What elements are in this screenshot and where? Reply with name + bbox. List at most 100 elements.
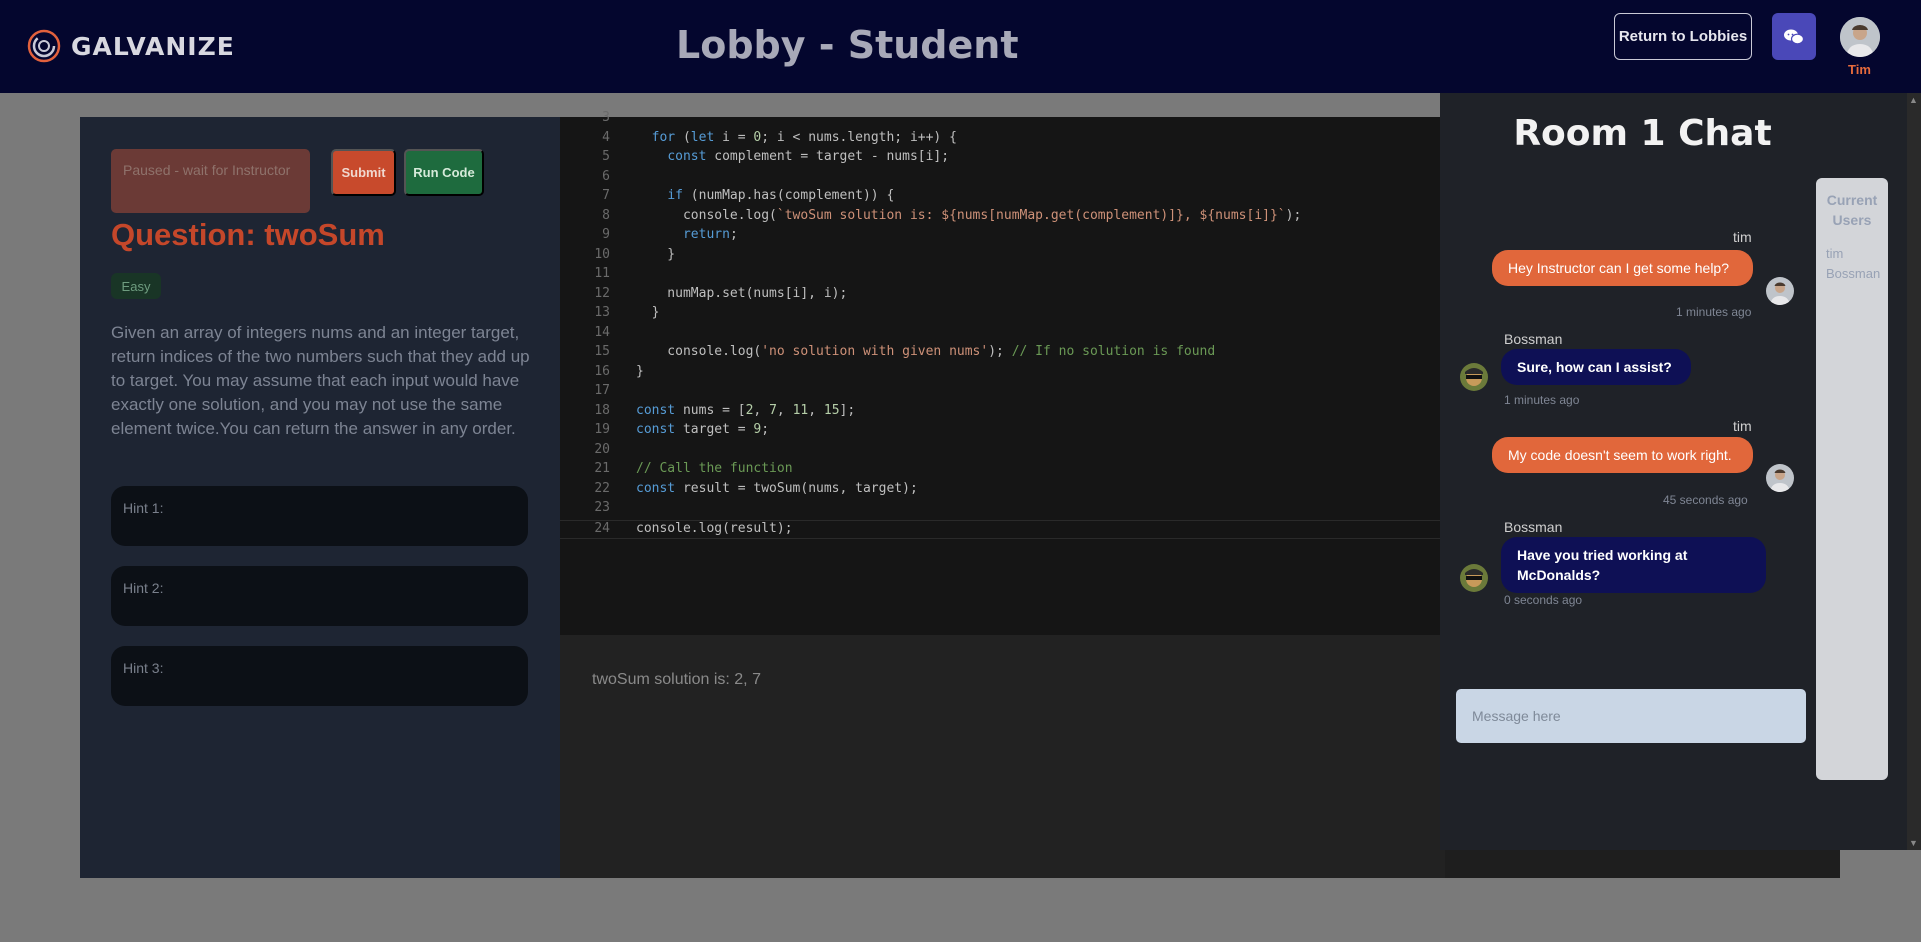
run-code-button[interactable]: Run Code <box>404 149 484 196</box>
line-number: 22 <box>594 480 610 496</box>
return-to-lobbies-button[interactable]: Return to Lobbies <box>1614 13 1752 60</box>
question-title: Question: twoSum <box>111 217 385 252</box>
hint-label: Hint 3: <box>123 660 164 676</box>
user-list-item: tim <box>1826 246 1844 261</box>
message-input[interactable] <box>1456 689 1806 743</box>
bossman-avatar-icon <box>1460 363 1488 391</box>
galvanize-logo[interactable]: GALVANIZE <box>27 29 235 63</box>
message-bubble: Sure, how can I assist? <box>1501 349 1691 385</box>
tim-avatar-icon <box>1766 277 1794 305</box>
message-bubble: Hey Instructor can I get some help? <box>1492 250 1753 286</box>
code-line[interactable]: 15 console.log('no solution with given n… <box>560 344 1445 363</box>
hint-label: Hint 2: <box>123 580 164 596</box>
submit-button[interactable]: Submit <box>331 149 396 196</box>
message-bubble: Have you tried working at McDonalds? <box>1501 537 1766 593</box>
line-number: 19 <box>594 422 610 437</box>
code-line[interactable]: 18 const nums = [2, 7, 11, 15]; <box>560 403 1445 422</box>
code-text: console.log(`twoSum solution is: ${nums[… <box>636 207 1302 223</box>
line-number: 5 <box>602 149 610 164</box>
line-number: 18 <box>594 402 610 418</box>
scroll-down-arrow-icon[interactable]: ▼ <box>1909 838 1918 848</box>
code-text: const result = twoSum(nums, target); <box>636 480 918 496</box>
code-line[interactable]: 14 <box>560 325 1445 344</box>
line-number: 10 <box>594 246 610 262</box>
code-line[interactable]: 20 <box>560 442 1445 461</box>
code-text: console.log('no solution with given nums… <box>636 344 1216 359</box>
code-line[interactable]: 4 for (let i = 0; i < nums.length; i++) … <box>560 130 1445 149</box>
galvanize-logo-icon <box>27 29 61 63</box>
code-line[interactable]: 17 <box>560 383 1445 402</box>
line-number: 15 <box>594 344 610 359</box>
code-line[interactable]: 5 const complement = target - nums[i]; <box>560 149 1445 168</box>
chat-bubbles-icon <box>1784 29 1805 44</box>
code-text: numMap.set(nums[i], i); <box>636 285 848 301</box>
code-text: console.log(result); <box>636 520 793 536</box>
code-line[interactable]: 24 console.log(result); <box>560 519 1445 539</box>
code-line[interactable]: 3 <box>560 110 1445 129</box>
hint-label: Hint 1: <box>123 500 164 516</box>
line-number: 8 <box>602 207 610 223</box>
code-line[interactable]: 21 // Call the function <box>560 461 1445 480</box>
line-number: 13 <box>594 305 610 320</box>
code-line[interactable]: 23 <box>560 500 1445 519</box>
message-author: tim <box>1733 229 1752 245</box>
code-line[interactable]: 12 numMap.set(nums[i], i); <box>560 286 1445 305</box>
code-line[interactable]: 22 const result = twoSum(nums, target); <box>560 481 1445 500</box>
line-number: 16 <box>594 363 610 379</box>
code-line[interactable]: 11 <box>560 266 1445 285</box>
code-text: const complement = target - nums[i]; <box>667 149 950 164</box>
code-text: if (numMap.has(complement)) { <box>667 188 895 203</box>
hint-box-1[interactable]: Hint 1: <box>111 486 528 546</box>
code-editor[interactable]: 3 4 for (let i = 0; i < nums.length; i++)… <box>560 110 1445 635</box>
message-time: 1 minutes ago <box>1676 305 1752 319</box>
output-console: twoSum solution is: 2, 7 <box>560 635 1445 878</box>
hint-box-2[interactable]: Hint 2: <box>111 566 528 626</box>
line-number: 14 <box>594 324 610 340</box>
hint-box-3[interactable]: Hint 3: <box>111 646 528 706</box>
user-avatar[interactable] <box>1840 17 1880 57</box>
message-author: Bossman <box>1504 519 1563 535</box>
code-text: } <box>636 305 660 320</box>
difficulty-badge: Easy <box>111 273 161 299</box>
question-panel: Paused - wait for Instructor Submit Run … <box>80 117 560 878</box>
line-number: 21 <box>594 461 610 476</box>
output-text: twoSum solution is: 2, 7 <box>592 671 761 688</box>
line-number: 3 <box>602 110 610 125</box>
code-line[interactable]: 13 } <box>560 305 1445 324</box>
chat-scrollbar[interactable]: ▲ ▼ <box>1907 93 1921 850</box>
paused-status-button[interactable]: Paused - wait for Instructor <box>111 149 310 213</box>
code-line[interactable]: 16} <box>560 364 1445 383</box>
line-number: 11 <box>594 266 610 281</box>
code-line[interactable]: 6 <box>560 169 1445 188</box>
line-number: 20 <box>594 441 610 457</box>
line-number: 23 <box>594 500 610 515</box>
current-users-title: Current Users <box>1826 192 1878 228</box>
message-time: 0 seconds ago <box>1504 593 1583 607</box>
code-line[interactable]: 8 console.log(`twoSum solution is: ${num… <box>560 208 1445 227</box>
tim-avatar-icon <box>1766 464 1794 492</box>
code-text: return; <box>682 227 738 242</box>
user-list-item: Bossman <box>1826 266 1881 281</box>
chat-title: Room 1 Chat <box>1513 113 1772 154</box>
user-avatar-icon <box>1840 17 1880 57</box>
logo-text: GALVANIZE <box>71 31 235 61</box>
chat-panel: Room 1 Chat tim Hey Instructor can I get… <box>1440 93 1907 850</box>
chat-toggle-button[interactable] <box>1772 13 1816 60</box>
code-text: } <box>636 363 644 379</box>
code-text: const target = 9; <box>636 422 770 437</box>
message-author: Bossman <box>1504 331 1563 347</box>
line-number: 6 <box>602 168 610 184</box>
question-description: Given an array of integers nums and an i… <box>111 323 530 438</box>
code-line[interactable]: 10 } <box>560 247 1445 266</box>
code-line[interactable]: 7 if (numMap.has(complement)) { <box>560 188 1445 207</box>
line-number: 12 <box>594 285 610 301</box>
current-users-panel: Current Users tim Bossman <box>1816 178 1888 780</box>
bossman-avatar-icon <box>1460 564 1488 592</box>
message-bubble: My code doesn't seem to work right. <box>1492 437 1753 473</box>
code-text: } <box>636 246 676 262</box>
scroll-up-arrow-icon[interactable]: ▲ <box>1909 95 1918 105</box>
code-line[interactable]: 9 return; <box>560 227 1445 246</box>
line-number: 9 <box>602 227 610 242</box>
code-line[interactable]: 19 const target = 9; <box>560 422 1445 441</box>
code-text: for (let i = 0; i < nums.length; i++) { <box>651 129 957 145</box>
